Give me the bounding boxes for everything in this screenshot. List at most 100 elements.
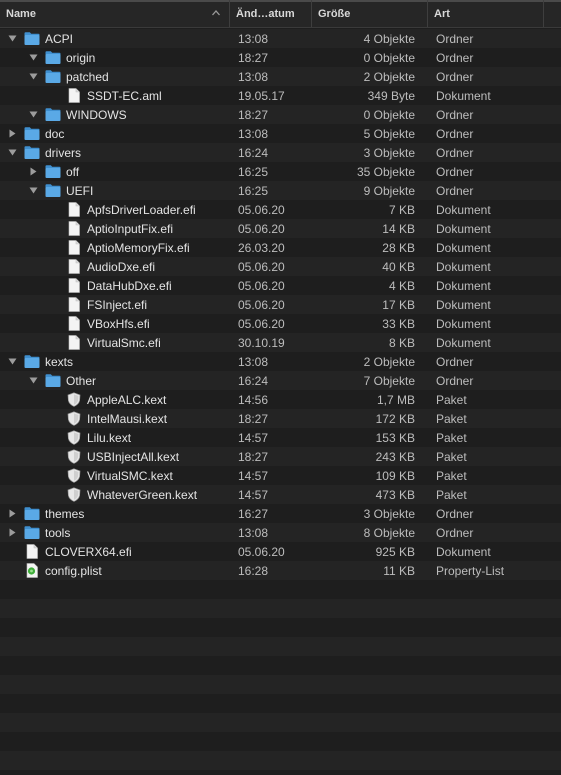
file-row[interactable]: Lilu.kext 14:57 153 KB Paket: [0, 428, 561, 447]
item-name: themes: [45, 507, 85, 521]
item-date-modified: 14:56: [238, 393, 269, 407]
document-icon: [66, 278, 82, 293]
file-row[interactable]: AudioDxe.efi 05.06.20 40 KB Dokument: [0, 257, 561, 276]
disclosure-open-icon[interactable]: [27, 105, 39, 124]
folder-row[interactable]: doc 13:08 5 Objekte Ordner: [0, 124, 561, 143]
item-kind: Dokument: [436, 317, 491, 331]
folder-row[interactable]: off 16:25 35 Objekte Ordner: [0, 162, 561, 181]
folder-row[interactable]: origin 18:27 0 Objekte Ordner: [0, 48, 561, 67]
column-header-name[interactable]: Name: [0, 0, 229, 27]
file-row[interactable]: AptioMemoryFix.efi 26.03.20 28 KB Dokument: [0, 238, 561, 257]
file-row[interactable]: ApfsDriverLoader.efi 05.06.20 7 KB Dokument: [0, 200, 561, 219]
item-kind: Property-List: [436, 564, 505, 578]
document-icon: [24, 544, 40, 559]
item-name: VirtualSmc.efi: [87, 336, 161, 350]
column-header-date-modified[interactable]: Änd…atum: [229, 0, 311, 27]
item-kind: Ordner: [436, 184, 474, 198]
file-row[interactable]: SSDT-EC.aml 19.05.17 349 Byte Dokument: [0, 86, 561, 105]
item-size: 7 KB: [388, 203, 415, 217]
folder-icon: [45, 164, 61, 179]
item-name: off: [66, 165, 80, 179]
item-date-modified: 05.06.20: [238, 298, 285, 312]
item-size: 349 Byte: [367, 89, 415, 103]
folder-row[interactable]: patched 13:08 2 Objekte Ordner: [0, 67, 561, 86]
item-date-modified: 14:57: [238, 469, 269, 483]
folder-row[interactable]: tools 13:08 8 Objekte Ordner: [0, 523, 561, 542]
file-row[interactable]: config.plist 16:28 11 KB Property-List: [0, 561, 561, 580]
disclosure-open-icon[interactable]: [6, 352, 18, 371]
folder-row[interactable]: WINDOWS 18:27 0 Objekte Ordner: [0, 105, 561, 124]
folder-row[interactable]: UEFI 16:25 9 Objekte Ordner: [0, 181, 561, 200]
disclosure-open-icon[interactable]: [6, 29, 18, 48]
empty-row: [0, 599, 561, 618]
folder-row[interactable]: drivers 16:24 3 Objekte Ordner: [0, 143, 561, 162]
folder-row[interactable]: Other 16:24 7 Objekte Ordner: [0, 371, 561, 390]
kext-shield-icon: [66, 430, 82, 445]
item-date-modified: 13:08: [238, 127, 269, 141]
column-header-kind[interactable]: Art: [427, 0, 543, 27]
item-name: doc: [45, 127, 65, 141]
empty-row: [0, 751, 561, 770]
item-size: 35 Objekte: [356, 165, 415, 179]
item-size: 40 KB: [382, 260, 415, 274]
item-name: WINDOWS: [66, 108, 127, 122]
disclosure-open-icon[interactable]: [27, 67, 39, 86]
disclosure-closed-icon[interactable]: [27, 162, 39, 181]
item-kind: Paket: [436, 488, 467, 502]
item-kind: Ordner: [436, 146, 474, 160]
item-name: tools: [45, 526, 71, 540]
column-header-size[interactable]: Größe: [311, 0, 427, 27]
item-kind: Ordner: [436, 32, 474, 46]
disclosure-open-icon[interactable]: [6, 143, 18, 162]
file-row[interactable]: CLOVERX64.efi 05.06.20 925 KB Dokument: [0, 542, 561, 561]
file-list: ACPI 13:08 4 Objekte Ordner origin 18:27 0 Obj…: [0, 28, 561, 775]
file-row[interactable]: VirtualSMC.kext 14:57 109 KB Paket: [0, 466, 561, 485]
item-size: 5 Objekte: [363, 127, 415, 141]
disclosure-open-icon[interactable]: [27, 371, 39, 390]
kext-shield-icon: [66, 449, 82, 464]
item-name: DataHubDxe.efi: [87, 279, 172, 293]
item-name: kexts: [45, 355, 74, 369]
item-name: ApfsDriverLoader.efi: [87, 203, 196, 217]
disclosure-open-icon[interactable]: [27, 48, 39, 67]
item-name: origin: [66, 51, 96, 65]
item-kind: Ordner: [436, 355, 474, 369]
file-row[interactable]: AptioInputFix.efi 05.06.20 14 KB Dokument: [0, 219, 561, 238]
item-size: 153 KB: [375, 431, 415, 445]
disclosure-open-icon[interactable]: [27, 181, 39, 200]
file-row[interactable]: USBInjectAll.kext 18:27 243 KB Paket: [0, 447, 561, 466]
file-row[interactable]: IntelMausi.kext 18:27 172 KB Paket: [0, 409, 561, 428]
kext-shield-icon: [66, 487, 82, 502]
file-row[interactable]: FSInject.efi 05.06.20 17 KB Dokument: [0, 295, 561, 314]
disclosure-closed-icon[interactable]: [6, 124, 18, 143]
disclosure-closed-icon[interactable]: [6, 523, 18, 542]
folder-row[interactable]: themes 16:27 3 Objekte Ordner: [0, 504, 561, 523]
item-name: ACPI: [45, 32, 74, 46]
file-row[interactable]: AppleALC.kext 14:56 1,7 MB Paket: [0, 390, 561, 409]
item-date-modified: 05.06.20: [238, 545, 285, 559]
item-kind: Dokument: [436, 241, 491, 255]
file-row[interactable]: DataHubDxe.efi 05.06.20 4 KB Dokument: [0, 276, 561, 295]
file-row[interactable]: WhateverGreen.kext 14:57 473 KB Paket: [0, 485, 561, 504]
folder-row[interactable]: ACPI 13:08 4 Objekte Ordner: [0, 29, 561, 48]
item-kind: Dokument: [436, 222, 491, 236]
empty-row: [0, 694, 561, 713]
item-name: Lilu.kext: [87, 431, 132, 445]
empty-row: [0, 675, 561, 694]
item-date-modified: 18:27: [238, 108, 269, 122]
empty-row: [0, 618, 561, 637]
folder-icon: [24, 354, 40, 369]
file-row[interactable]: VBoxHfs.efi 05.06.20 33 KB Dokument: [0, 314, 561, 333]
sort-ascending-icon[interactable]: [211, 8, 221, 18]
file-row[interactable]: VirtualSmc.efi 30.10.19 8 KB Dokument: [0, 333, 561, 352]
item-date-modified: 14:57: [238, 488, 269, 502]
item-kind: Ordner: [436, 108, 474, 122]
item-kind: Dokument: [436, 298, 491, 312]
item-date-modified: 18:27: [238, 412, 269, 426]
item-date-modified: 13:08: [238, 355, 269, 369]
item-date-modified: 16:28: [238, 564, 269, 578]
folder-icon: [45, 69, 61, 84]
item-name: Other: [66, 374, 97, 388]
disclosure-closed-icon[interactable]: [6, 504, 18, 523]
folder-row[interactable]: kexts 13:08 2 Objekte Ordner: [0, 352, 561, 371]
